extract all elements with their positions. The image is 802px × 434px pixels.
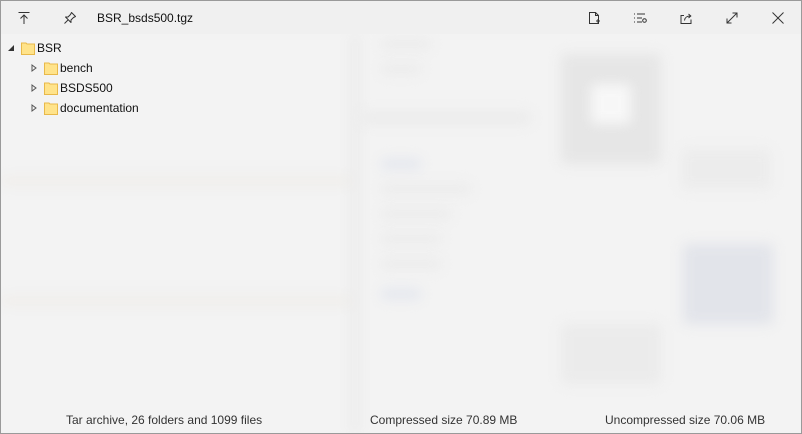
window-title: BSR_bsds500.tgz xyxy=(97,10,194,25)
expander-collapsed[interactable] xyxy=(28,58,40,78)
archive-content: BSR bench BSDS500 documentation xyxy=(1,34,801,407)
folder-tree: BSR bench BSDS500 documentation xyxy=(5,38,139,118)
folder-icon xyxy=(44,102,58,115)
compressed-size: Compressed size 70.89 MB xyxy=(370,413,518,427)
caret-right-icon xyxy=(31,104,37,112)
share-button[interactable] xyxy=(663,1,709,34)
tree-node-bsds500[interactable]: BSDS500 xyxy=(5,78,139,98)
caret-right-icon xyxy=(31,84,37,92)
folder-icon xyxy=(21,42,35,55)
open-file-button[interactable] xyxy=(571,1,617,34)
status-bar: Tar archive, 26 folders and 1099 files C… xyxy=(1,407,801,433)
pin-top-button[interactable] xyxy=(1,1,47,34)
quicklook-window: BSR_bsds500.tgz BSR bench BSDS500 docume… xyxy=(0,0,802,434)
tree-node-bench[interactable]: bench xyxy=(5,58,139,78)
caret-right-icon xyxy=(31,64,37,72)
maximize-icon xyxy=(726,12,738,23)
folder-icon xyxy=(44,62,58,75)
uncompressed-size: Uncompressed size 70.06 MB xyxy=(605,413,766,427)
title-bar: BSR_bsds500.tgz xyxy=(1,1,801,34)
caret-down-icon xyxy=(8,45,14,51)
list-settings-button[interactable] xyxy=(617,1,663,34)
pin-top-icon xyxy=(18,11,30,24)
tree-node-label: BSDS500 xyxy=(60,81,113,95)
list-settings-icon xyxy=(634,13,647,23)
tree-node-label: documentation xyxy=(60,101,139,115)
maximize-button[interactable] xyxy=(709,1,755,34)
tree-node-label: bench xyxy=(60,61,93,75)
tree-node-label: BSR xyxy=(37,41,62,55)
open-file-icon xyxy=(589,11,600,24)
pin-icon xyxy=(64,11,76,24)
close-icon xyxy=(772,11,784,24)
expander-expanded[interactable] xyxy=(5,38,17,58)
tree-node-documentation[interactable]: documentation xyxy=(5,98,139,118)
pin-button[interactable] xyxy=(47,1,93,34)
archive-summary: Tar archive, 26 folders and 1099 files xyxy=(66,413,263,427)
share-icon xyxy=(680,13,692,24)
tree-node-root[interactable]: BSR xyxy=(5,38,139,58)
expander-collapsed[interactable] xyxy=(28,98,40,118)
expander-collapsed[interactable] xyxy=(28,78,40,98)
folder-icon xyxy=(44,82,58,95)
close-button[interactable] xyxy=(755,1,801,34)
